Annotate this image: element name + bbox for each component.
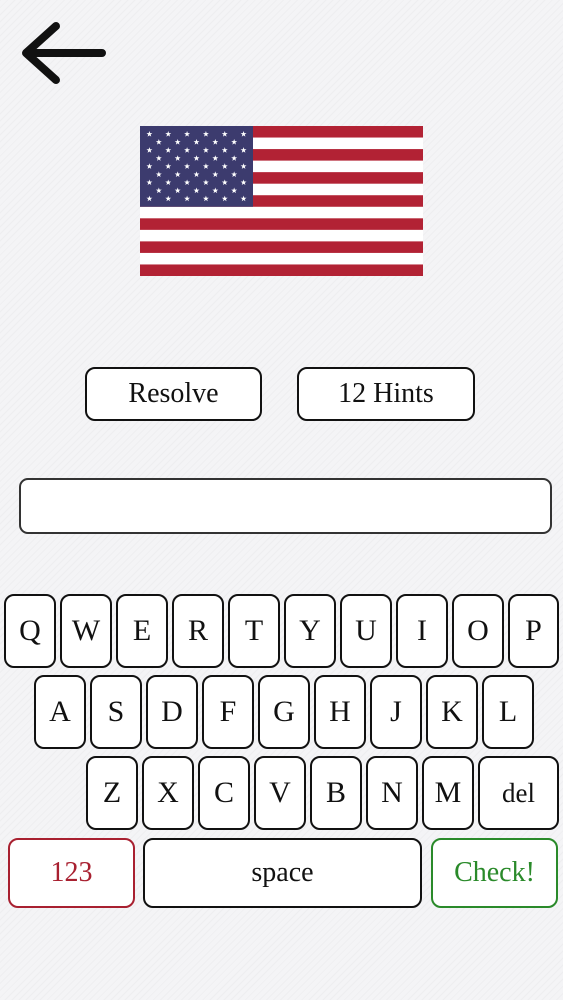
- flag-image: [140, 126, 423, 276]
- key-p[interactable]: P: [508, 594, 559, 668]
- key-f[interactable]: F: [202, 675, 254, 749]
- numbers-key[interactable]: 123: [8, 838, 135, 908]
- key-j[interactable]: J: [370, 675, 422, 749]
- key-w[interactable]: W: [60, 594, 112, 668]
- key-q[interactable]: Q: [4, 594, 56, 668]
- key-d[interactable]: D: [146, 675, 198, 749]
- space-key[interactable]: space: [143, 838, 422, 908]
- back-button[interactable]: [18, 20, 106, 88]
- key-a[interactable]: A: [34, 675, 86, 749]
- key-r[interactable]: R: [172, 594, 224, 668]
- key-g[interactable]: G: [258, 675, 310, 749]
- key-s[interactable]: S: [90, 675, 142, 749]
- key-v[interactable]: V: [254, 756, 306, 830]
- key-y[interactable]: Y: [284, 594, 336, 668]
- key-delete[interactable]: del: [478, 756, 559, 830]
- key-e[interactable]: E: [116, 594, 168, 668]
- key-c[interactable]: C: [198, 756, 250, 830]
- key-u[interactable]: U: [340, 594, 392, 668]
- key-l[interactable]: L: [482, 675, 534, 749]
- check-button[interactable]: Check!: [431, 838, 558, 908]
- key-x[interactable]: X: [142, 756, 194, 830]
- hints-button[interactable]: 12 Hints: [297, 367, 475, 421]
- key-n[interactable]: N: [366, 756, 418, 830]
- answer-input[interactable]: [19, 478, 552, 534]
- key-b[interactable]: B: [310, 756, 362, 830]
- key-o[interactable]: O: [452, 594, 504, 668]
- key-k[interactable]: K: [426, 675, 478, 749]
- arrow-left-icon: [22, 22, 106, 84]
- key-t[interactable]: T: [228, 594, 280, 668]
- key-i[interactable]: I: [396, 594, 448, 668]
- key-m[interactable]: M: [422, 756, 474, 830]
- resolve-button[interactable]: Resolve: [85, 367, 262, 421]
- key-h[interactable]: H: [314, 675, 366, 749]
- key-z[interactable]: Z: [86, 756, 138, 830]
